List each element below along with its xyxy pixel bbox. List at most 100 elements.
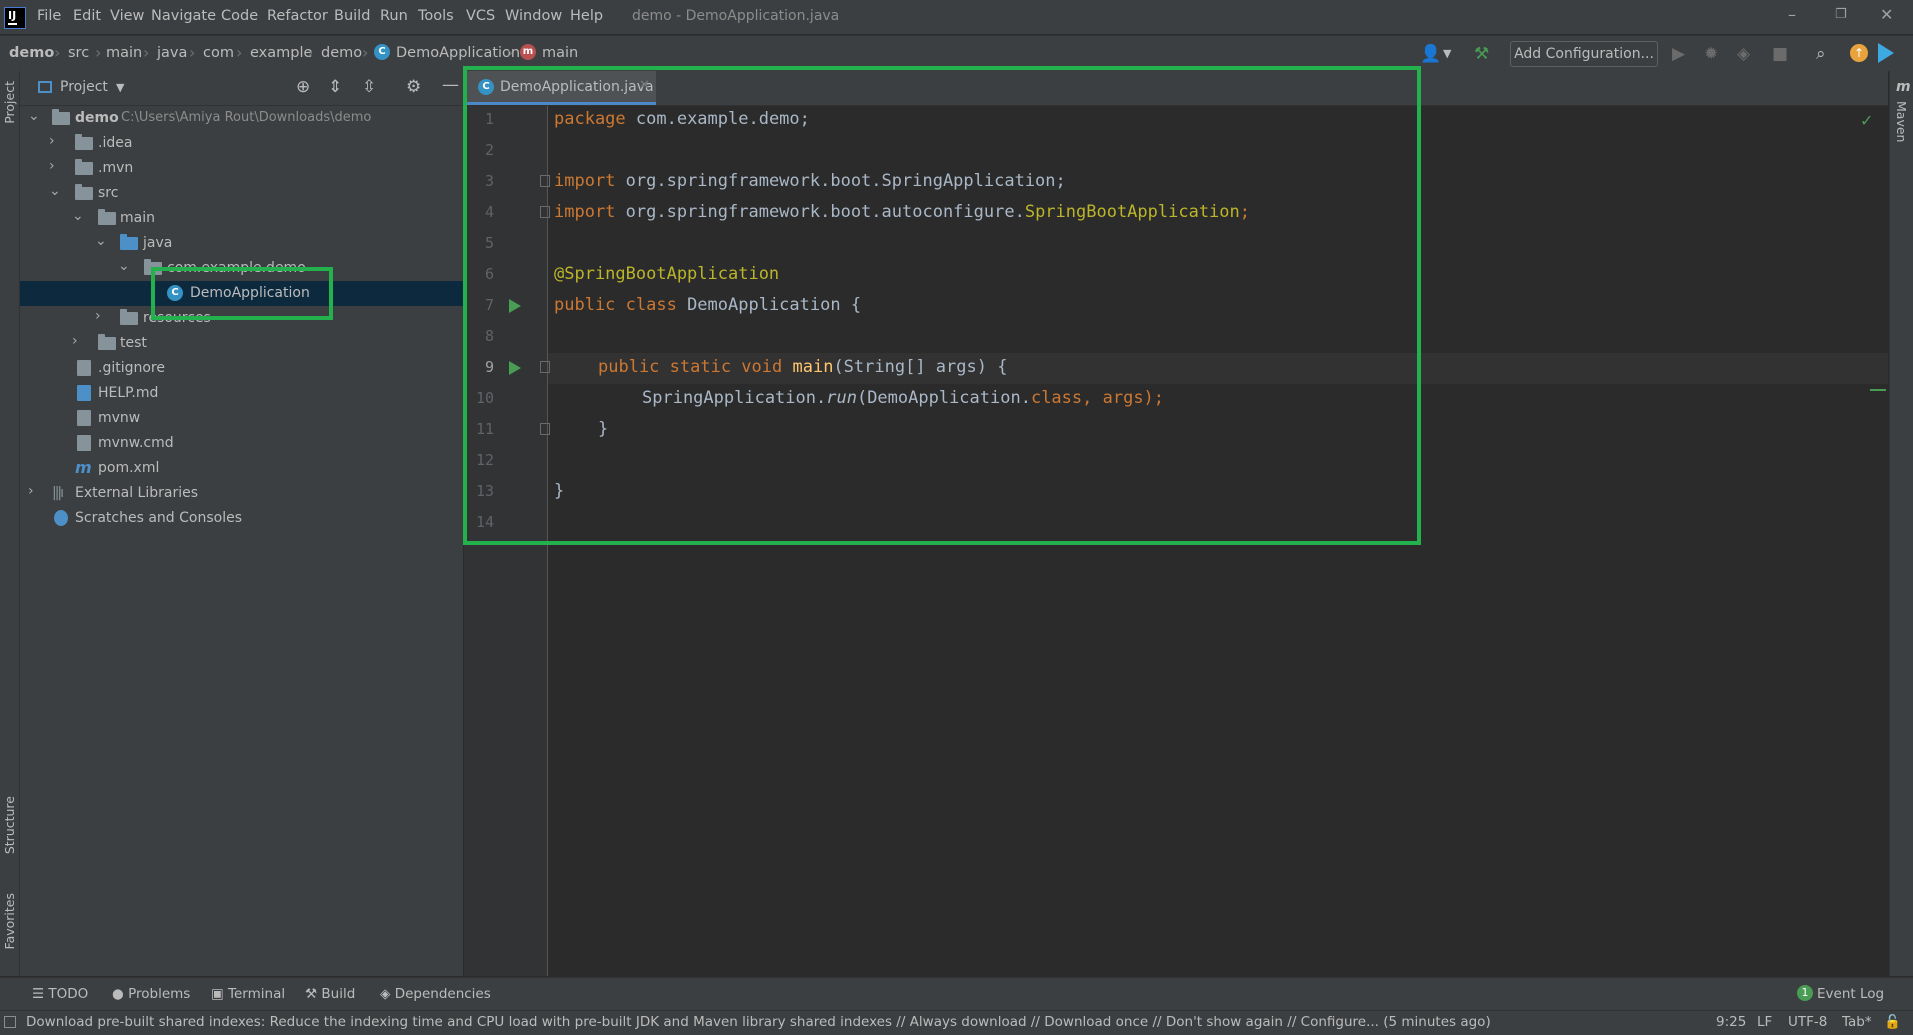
tree-label: .mvn — [98, 160, 134, 176]
run-icon[interactable]: ▶ — [1672, 44, 1685, 64]
breadcrumb-com[interactable]: com — [203, 45, 234, 61]
breadcrumb-demo[interactable]: demo — [9, 45, 54, 61]
tree-item-test[interactable]: › test — [20, 331, 463, 356]
coverage-icon[interactable]: ◈ — [1737, 44, 1750, 64]
problems-label: Problems — [128, 986, 191, 1002]
chevron-down-icon[interactable]: ⌄ — [28, 108, 40, 124]
caret-position[interactable]: 9:25 — [1716, 1014, 1746, 1030]
breadcrumb-java[interactable]: java — [157, 45, 187, 61]
tree-item-src[interactable]: ⌄ src — [20, 181, 463, 206]
menu-edit[interactable]: Edit — [73, 8, 101, 24]
chevron-right-icon[interactable]: › — [72, 333, 78, 349]
chevron-right-icon[interactable]: › — [28, 483, 34, 499]
todo-label: TODO — [48, 986, 89, 1002]
collapse-all-icon[interactable]: ⇳ — [362, 77, 376, 97]
menu-run[interactable]: Run — [380, 8, 408, 24]
stop-icon[interactable]: ■ — [1772, 44, 1788, 64]
tree-item-pom-xml[interactable]: m pom.xml — [20, 456, 463, 481]
expand-all-icon[interactable]: ⇕ — [328, 77, 342, 97]
chevron-down-icon[interactable]: ⌄ — [118, 258, 130, 274]
tree-item-demo[interactable]: ⌄ demo C:\Users\Amiya Rout\Downloads\dem… — [20, 106, 463, 131]
chevron-down-icon[interactable]: ▼ — [116, 81, 124, 94]
maven-tool-tab[interactable]: Maven — [1894, 101, 1909, 142]
highlight-box-editor — [463, 66, 1421, 545]
chevron-down-icon[interactable]: ⌄ — [95, 233, 107, 249]
file-encoding[interactable]: UTF-8 — [1788, 1014, 1827, 1030]
maven-icon: m — [1896, 79, 1911, 95]
structure-tool-tab[interactable]: Structure — [2, 796, 17, 854]
breadcrumb-demo-package[interactable]: demo — [321, 45, 362, 61]
tree-item-java[interactable]: ⌄ java — [20, 231, 463, 256]
close-window-icon[interactable]: ✕ — [1880, 5, 1893, 24]
project-tool-tab[interactable]: Project — [2, 81, 17, 124]
menu-code[interactable]: Code — [221, 8, 258, 24]
chevron-down-icon[interactable]: ▼ — [1443, 47, 1451, 60]
dependencies-tool-button[interactable]: ◈ Dependencies — [380, 986, 491, 1002]
file-icon — [77, 360, 91, 376]
menu-file[interactable]: File — [37, 8, 61, 24]
menu-refactor[interactable]: Refactor — [267, 8, 328, 24]
tree-item-idea[interactable]: › .idea — [20, 131, 463, 156]
update-icon[interactable]: ↑ — [1850, 44, 1868, 62]
tree-item-main[interactable]: ⌄ main — [20, 206, 463, 231]
menu-view[interactable]: View — [110, 8, 144, 24]
tree-label: main — [120, 210, 155, 226]
library-icon: |||ı — [52, 485, 64, 501]
debug-icon[interactable]: ✹ — [1704, 44, 1718, 64]
lock-icon[interactable]: 🔓 — [1884, 1014, 1901, 1030]
chevron-right-icon: › — [95, 43, 102, 62]
minimize-icon[interactable]: – — [1788, 5, 1796, 24]
menu-help[interactable]: Help — [570, 8, 603, 24]
project-view-selector[interactable]: Project — [60, 79, 108, 95]
restore-icon[interactable]: ❐ — [1835, 7, 1847, 22]
tree-item-mvnw[interactable]: mvnw — [20, 406, 463, 431]
todo-tool-button[interactable]: ☰ TODO — [32, 986, 88, 1002]
tree-item-help-md[interactable]: HELP.md — [20, 381, 463, 406]
tree-label: mvnw — [98, 410, 141, 426]
scratches-icon — [54, 510, 68, 526]
problems-tool-button[interactable]: ● Problems — [112, 986, 190, 1002]
breadcrumb-method[interactable]: main — [542, 45, 578, 61]
favorites-tool-tab[interactable]: Favorites — [2, 893, 17, 949]
menu-window[interactable]: Window — [505, 8, 562, 24]
chevron-right-icon[interactable]: › — [95, 308, 101, 324]
build-tool-button[interactable]: ⚒ Build — [305, 986, 355, 1002]
tree-label: HELP.md — [98, 385, 159, 401]
event-log-button[interactable]: Event Log — [1817, 986, 1884, 1002]
locate-icon[interactable]: ⊕ — [296, 77, 310, 97]
breadcrumb-example[interactable]: example — [250, 45, 312, 61]
gear-icon[interactable]: ⚙ — [406, 77, 421, 97]
add-configuration-button[interactable]: Add Configuration... — [1510, 41, 1658, 67]
breadcrumb-main[interactable]: main — [106, 45, 142, 61]
breadcrumb-class[interactable]: DemoApplication — [396, 45, 520, 61]
search-icon[interactable]: ⌕ — [1816, 44, 1826, 64]
menu-build[interactable]: Build — [334, 8, 370, 24]
chevron-down-icon[interactable]: ⌄ — [49, 183, 61, 199]
tree-item-mvnw-cmd[interactable]: mvnw.cmd — [20, 431, 463, 456]
status-message[interactable]: Download pre-built shared indexes: Reduc… — [26, 1014, 1491, 1030]
build-hammer-icon[interactable]: ⚒ — [1474, 44, 1489, 64]
check-icon: ✓ — [1860, 111, 1874, 130]
menu-vcs[interactable]: VCS — [466, 8, 495, 24]
line-separator[interactable]: LF — [1757, 1014, 1772, 1030]
tree-item-scratches[interactable]: Scratches and Consoles — [20, 506, 463, 531]
hide-panel-icon[interactable]: — — [442, 75, 459, 95]
chevron-right-icon: › — [362, 43, 369, 62]
code-with-me-icon[interactable] — [1878, 43, 1894, 63]
menu-tools[interactable]: Tools — [418, 8, 454, 24]
chevron-right-icon[interactable]: › — [49, 133, 55, 149]
user-icon[interactable]: 👤 — [1420, 44, 1441, 64]
chevron-down-icon[interactable]: ⌄ — [72, 208, 84, 224]
chevron-right-icon[interactable]: › — [49, 158, 55, 174]
tree-item-external-libraries[interactable]: › |||ı External Libraries — [20, 481, 463, 506]
indent-setting[interactable]: Tab* — [1842, 1014, 1872, 1030]
event-log-badge: 1 — [1797, 985, 1813, 1001]
project-view-icon — [38, 81, 52, 93]
breadcrumb-src[interactable]: src — [68, 45, 89, 61]
panel-toggle-icon[interactable] — [4, 1016, 16, 1028]
tree-item-mvn[interactable]: › .mvn — [20, 156, 463, 181]
tree-label: pom.xml — [98, 460, 160, 476]
tree-item-gitignore[interactable]: .gitignore — [20, 356, 463, 381]
menu-navigate[interactable]: Navigate — [151, 8, 216, 24]
terminal-tool-button[interactable]: ▣ Terminal — [211, 986, 285, 1002]
